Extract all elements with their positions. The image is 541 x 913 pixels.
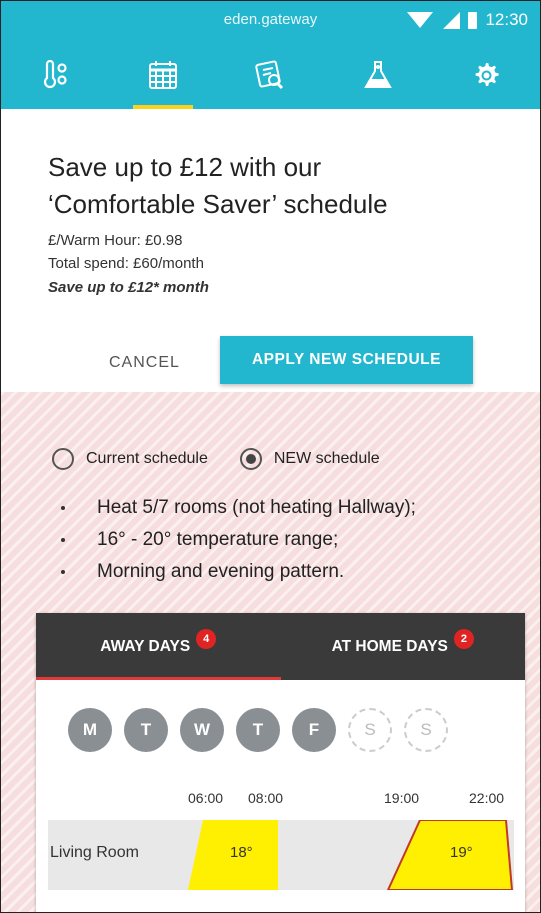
status-time: 12:30 [485,10,528,29]
evening-temp: 19° [450,844,473,861]
day-monday[interactable]: M [68,708,112,752]
day-tuesday[interactable]: T [124,708,168,752]
home-days-count-badge: 2 [453,628,474,649]
day-friday[interactable]: F [292,708,336,752]
schedule-features-list: Heat 5/7 rooms (not heating Hallway); 16… [61,492,416,588]
total-spend: Total spend: £60/month [48,255,204,272]
cancel-button[interactable]: CANCEL [109,354,180,372]
schedule-radio-group: Current schedule NEW schedule [52,448,380,470]
room-row-living-room: Living Room 18° 19° [48,820,514,890]
time-label: 06:00 [188,790,224,806]
time-label: 22:00 [469,790,505,806]
day-selector: M T W T F S S [68,708,460,752]
savings-note: Save up to £12* month [48,279,209,296]
day-saturday[interactable]: S [348,708,392,752]
list-item: Morning and evening pattern. [61,556,416,588]
main-nav-tabs [1,41,540,109]
schedule-details: Current schedule NEW schedule Heat 5/7 r… [1,392,540,912]
offer-title-line-2: ‘Comfortable Saver’ schedule [48,189,388,219]
morning-temp: 18° [230,844,253,861]
tab-settings[interactable] [432,41,540,109]
offer-title-line-1: Save up to £12 with our [48,152,322,182]
offer-panel: Save up to £12 with our ‘Comfortable Sav… [1,109,540,392]
warm-hour-cost: £/Warm Hour: £0.98 [48,232,183,249]
signal-icon [443,11,461,29]
battery-icon [468,11,478,29]
room-name: Living Room [50,844,139,861]
calendar-icon [148,61,177,89]
gear-icon [475,63,499,86]
tab-temperature[interactable] [1,41,109,109]
day-thursday[interactable]: T [236,708,280,752]
feature-text: Morning and evening pattern. [97,561,345,582]
flask-icon [364,61,393,88]
offer-title: Save up to £12 with our ‘Comfortable Sav… [48,149,508,223]
tab-label: AT HOME DAYS [331,637,448,655]
app-screen: eden.gateway 12:30 Save up to £12 with o… [0,0,541,913]
time-label: 19:00 [384,790,420,806]
day-sunday[interactable]: S [404,708,448,752]
time-label: 08:00 [248,790,284,806]
day-wednesday[interactable]: W [180,708,224,752]
tab-schedule[interactable] [109,41,217,109]
new-schedule-label[interactable]: NEW schedule [274,450,380,468]
tab-label: AWAY DAYS [100,637,191,655]
current-schedule-radio[interactable] [52,448,74,470]
tab-reports[interactable] [217,41,325,109]
feature-text: 16° - 20° temperature range; [97,529,339,550]
list-item: Heat 5/7 rooms (not heating Hallway); [61,492,416,524]
new-schedule-radio[interactable] [239,448,262,470]
current-schedule-label[interactable]: Current schedule [86,450,208,468]
thermometer-icon [43,59,67,89]
tab-lab[interactable] [324,41,432,109]
apply-new-schedule-button[interactable]: APPLY NEW SCHEDULE [220,336,473,384]
list-item: 16° - 20° temperature range; [61,524,416,556]
tab-at-home-days[interactable]: AT HOME DAYS 2 [281,613,526,680]
tab-away-days[interactable]: AWAY DAYS 4 [36,613,281,680]
report-icon [255,60,284,90]
wifi-icon [407,12,434,28]
away-days-count-badge: 4 [196,628,217,649]
day-type-tabs: AWAY DAYS 4 AT HOME DAYS 2 [36,613,525,680]
time-axis: 06:00 08:00 19:00 22:00 [36,775,525,821]
feature-text: Heat 5/7 rooms (not heating Hallway); [97,497,416,518]
schedule-card: AWAY DAYS 4 AT HOME DAYS 2 M T W T F S S… [36,613,525,912]
status-bar: eden.gateway 12:30 [1,1,540,41]
